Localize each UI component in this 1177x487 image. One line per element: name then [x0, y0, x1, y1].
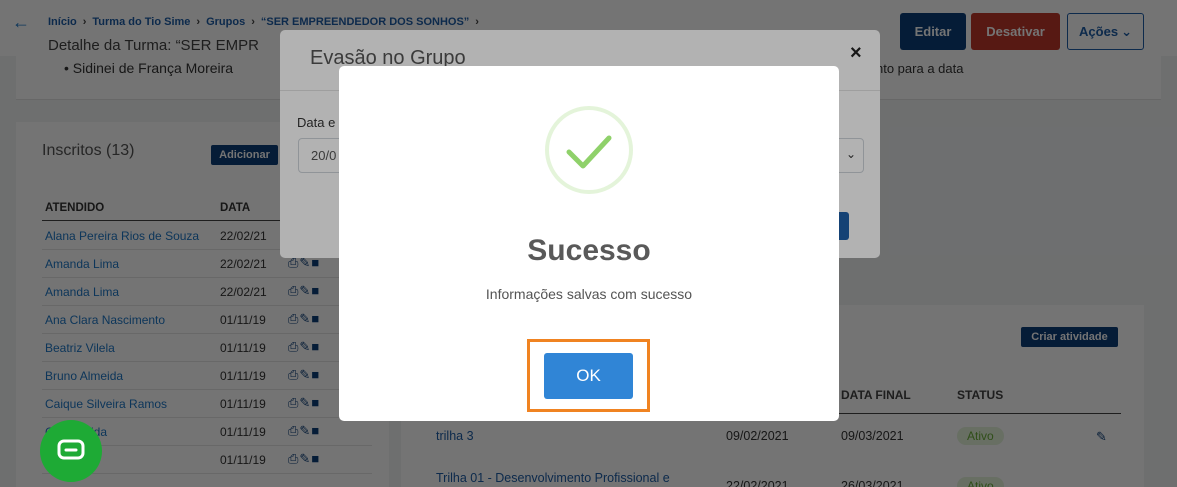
- chat-icon: [57, 439, 85, 460]
- success-dialog: Sucesso Informações salvas com sucesso O…: [339, 66, 839, 421]
- ok-button[interactable]: OK: [544, 353, 633, 399]
- success-check-icon: [545, 106, 633, 194]
- dialog-title: Sucesso: [527, 234, 651, 267]
- dialog-message: Informações salvas com sucesso: [485, 286, 693, 302]
- chat-button[interactable]: [40, 420, 102, 482]
